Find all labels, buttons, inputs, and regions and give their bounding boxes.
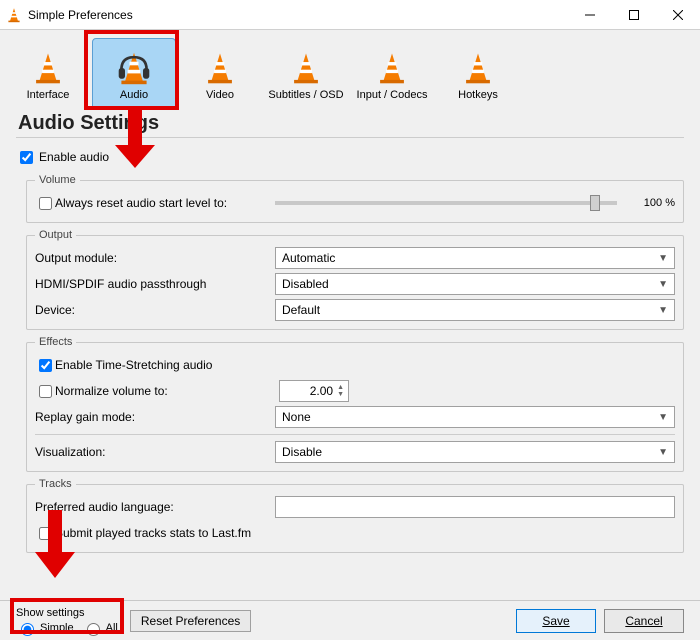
chevron-down-icon: ▼	[658, 412, 668, 423]
replay-gain-label: Replay gain mode:	[35, 410, 275, 424]
tracks-group: Tracks Preferred audio language: Submit …	[26, 478, 684, 553]
close-button[interactable]	[656, 0, 700, 30]
normalize-spinner[interactable]: 2.00 ▲▼	[279, 380, 349, 402]
maximize-button[interactable]	[612, 0, 656, 30]
pref-lang-input[interactable]	[275, 496, 675, 518]
output-module-dropdown[interactable]: Automatic ▼	[275, 247, 675, 269]
subtitle-cone-icon	[286, 49, 326, 87]
lastfm-label: Submit played tracks stats to Last.fm	[55, 526, 251, 540]
tab-codecs[interactable]: Input / Codecs	[350, 38, 434, 108]
cancel-button[interactable]: Cancel	[604, 609, 684, 633]
output-group: Output Output module: Automatic ▼ HDMI/S…	[26, 229, 684, 330]
pref-lang-label: Preferred audio language:	[35, 500, 275, 514]
enable-audio-checkbox[interactable]	[20, 151, 33, 164]
headphones-cone-icon	[114, 49, 154, 87]
minimize-button[interactable]	[568, 0, 612, 30]
visualization-dropdown[interactable]: Disable ▼	[275, 441, 675, 463]
enable-audio-row: Enable audio	[16, 144, 684, 170]
tracks-legend: Tracks	[35, 478, 76, 490]
output-legend: Output	[35, 229, 76, 241]
device-dropdown[interactable]: Default ▼	[275, 299, 675, 321]
visualization-label: Visualization:	[35, 445, 275, 459]
normalize-checkbox[interactable]	[39, 385, 52, 398]
tab-interface[interactable]: Interface	[6, 38, 90, 108]
reset-level-checkbox[interactable]	[39, 197, 52, 210]
divider	[16, 137, 684, 138]
passthrough-label: HDMI/SPDIF audio passthrough	[35, 277, 275, 291]
save-button[interactable]: Save	[516, 609, 596, 633]
volume-slider[interactable]	[275, 201, 617, 205]
show-settings-label: Show settings	[16, 606, 118, 620]
volume-group: Volume Always reset audio start level to…	[26, 174, 684, 223]
lastfm-checkbox[interactable]	[39, 527, 52, 540]
titlebar: Simple Preferences	[0, 0, 700, 30]
output-module-label: Output module:	[35, 251, 275, 265]
device-label: Device:	[35, 303, 275, 317]
page-title: Audio Settings	[18, 112, 684, 135]
normalize-label: Normalize volume to:	[55, 384, 279, 398]
chevron-down-icon: ▼	[658, 447, 668, 458]
time-stretch-checkbox[interactable]	[39, 359, 52, 372]
chevron-down-icon: ▼	[658, 279, 668, 290]
volume-percent: 100 %	[627, 197, 675, 209]
chevron-down-icon: ▼	[658, 253, 668, 264]
chevron-up-icon: ▲	[337, 384, 344, 391]
radio-simple[interactable]: Simple	[16, 620, 74, 636]
tab-hotkeys[interactable]: Hotkeys	[436, 38, 520, 108]
tab-video[interactable]: Video	[178, 38, 262, 108]
codec-cone-icon	[372, 49, 412, 87]
footer: Show settings Simple All Reset Preferenc…	[0, 600, 700, 640]
effects-group: Effects Enable Time-Stretching audio Nor…	[26, 336, 684, 472]
app-icon	[6, 7, 22, 23]
reset-level-label: Always reset audio start level to:	[55, 196, 265, 210]
hotkey-cone-icon	[458, 49, 498, 87]
radio-all[interactable]: All	[82, 620, 118, 636]
window-title: Simple Preferences	[28, 8, 568, 22]
cone-icon	[28, 49, 68, 87]
volume-legend: Volume	[35, 174, 80, 186]
divider	[35, 434, 675, 435]
replay-gain-dropdown[interactable]: None ▼	[275, 406, 675, 428]
enable-audio-label: Enable audio	[39, 150, 109, 164]
chevron-down-icon: ▼	[658, 305, 668, 316]
film-cone-icon	[200, 49, 240, 87]
chevron-down-icon: ▼	[337, 391, 344, 398]
passthrough-dropdown[interactable]: Disabled ▼	[275, 273, 675, 295]
time-stretch-label: Enable Time-Stretching audio	[55, 358, 212, 372]
category-tabs: Interface Audio Video Subtitles / OSD In…	[0, 30, 700, 108]
tab-subtitles[interactable]: Subtitles / OSD	[264, 38, 348, 108]
reset-preferences-button[interactable]: Reset Preferences	[130, 610, 251, 632]
tab-audio[interactable]: Audio	[92, 38, 176, 108]
effects-legend: Effects	[35, 336, 76, 348]
